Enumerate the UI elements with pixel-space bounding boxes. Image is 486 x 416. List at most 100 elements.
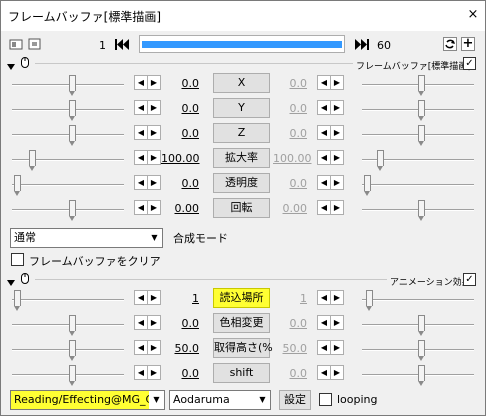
left-spin-buttons[interactable]: ◀ ▶ (134, 100, 161, 115)
right-slider-track[interactable] (362, 184, 474, 186)
parameter-label-button[interactable]: 色相変更 (213, 313, 270, 333)
right-slider-thumb[interactable] (366, 290, 373, 311)
right-slider-thumb[interactable] (418, 315, 425, 336)
decrement-icon[interactable]: ◀ (318, 316, 331, 329)
decrement-icon[interactable]: ◀ (135, 201, 148, 214)
right-spin-buttons[interactable]: ◀ ▶ (317, 315, 344, 330)
end-value[interactable]: 0.0 (273, 102, 308, 115)
parameter-label-button[interactable]: 拡大率 (213, 148, 270, 168)
left-spin-buttons[interactable]: ◀ ▶ (134, 290, 161, 305)
parameter-label-button[interactable]: 回転 (213, 198, 270, 218)
right-slider-thumb[interactable] (377, 150, 384, 171)
right-spin-buttons[interactable]: ◀ ▶ (317, 365, 344, 380)
right-slider-thumb[interactable] (418, 100, 425, 121)
right-spin-buttons[interactable]: ◀ ▶ (317, 100, 344, 115)
parameter-label-button[interactable]: Z (213, 123, 270, 143)
start-value[interactable]: 50.0 (161, 342, 200, 355)
left-spin-buttons[interactable]: ◀ ▶ (134, 365, 161, 380)
parameter-label-button[interactable]: X (213, 73, 270, 93)
increment-icon[interactable]: ▶ (331, 366, 343, 379)
right-slider-thumb[interactable] (418, 365, 425, 386)
right-spin-buttons[interactable]: ◀ ▶ (317, 150, 344, 165)
effect-script-select[interactable]: Reading/Effecting@MG_C ▼ (10, 390, 165, 410)
increment-icon[interactable]: ▶ (331, 176, 343, 189)
increment-icon[interactable]: ▶ (148, 176, 160, 189)
decrement-icon[interactable]: ◀ (135, 176, 148, 189)
increment-icon[interactable]: ▶ (148, 151, 160, 164)
increment-icon[interactable]: ▶ (331, 151, 343, 164)
left-slider-thumb[interactable] (69, 200, 76, 221)
decrement-icon[interactable]: ◀ (318, 101, 331, 114)
next-frame-icon[interactable] (353, 38, 369, 51)
increment-icon[interactable]: ▶ (331, 101, 343, 114)
decrement-icon[interactable]: ◀ (318, 126, 331, 139)
decrement-icon[interactable]: ◀ (135, 101, 148, 114)
clear-framebuffer-checkbox[interactable] (11, 253, 24, 266)
left-slider-thumb[interactable] (29, 150, 36, 171)
section-collapse-icon[interactable] (7, 60, 15, 70)
preset-select[interactable]: Aodaruma ▼ (169, 390, 271, 410)
left-spin-buttons[interactable]: ◀ ▶ (134, 175, 161, 190)
left-slider-thumb[interactable] (69, 100, 76, 121)
left-spin-buttons[interactable]: ◀ ▶ (134, 75, 161, 90)
close-button[interactable]: × (465, 7, 481, 23)
increment-icon[interactable]: ▶ (331, 76, 343, 89)
left-slider-thumb[interactable] (69, 365, 76, 386)
start-value[interactable]: 0.0 (161, 77, 200, 90)
start-value[interactable]: 100.00 (161, 152, 200, 165)
increment-icon[interactable]: ▶ (148, 291, 160, 304)
left-spin-buttons[interactable]: ◀ ▶ (134, 150, 161, 165)
right-slider-thumb[interactable] (418, 340, 425, 361)
decrement-icon[interactable]: ◀ (318, 291, 331, 304)
left-slider-track[interactable] (12, 374, 124, 376)
decrement-icon[interactable]: ◀ (318, 341, 331, 354)
left-spin-buttons[interactable]: ◀ ▶ (134, 200, 161, 215)
start-value[interactable]: 0.0 (161, 367, 200, 380)
end-value[interactable]: 1 (273, 292, 307, 305)
start-value[interactable]: 0.0 (161, 102, 200, 115)
right-slider-thumb[interactable] (418, 200, 425, 221)
end-value[interactable]: 0.0 (273, 177, 308, 190)
decrement-icon[interactable]: ◀ (135, 316, 148, 329)
camera-icon[interactable] (9, 38, 23, 50)
right-spin-buttons[interactable]: ◀ ▶ (317, 125, 344, 140)
decrement-icon[interactable]: ◀ (318, 176, 331, 189)
increment-icon[interactable]: ▶ (148, 316, 160, 329)
decrement-icon[interactable]: ◀ (318, 201, 331, 214)
increment-icon[interactable]: ▶ (148, 101, 160, 114)
left-slider-thumb[interactable] (69, 125, 76, 146)
increment-icon[interactable]: ▶ (148, 201, 160, 214)
left-slider-track[interactable] (12, 324, 124, 326)
parameter-label-button[interactable]: 読込場所 (213, 288, 270, 308)
end-value[interactable]: 0.0 (273, 317, 308, 330)
right-slider-thumb[interactable] (364, 175, 371, 196)
left-slider-thumb[interactable] (69, 315, 76, 336)
blend-mode-select[interactable]: 通常 ▼ (10, 228, 163, 248)
settings-button[interactable]: 設定 (279, 390, 311, 410)
end-value[interactable]: 0.0 (273, 127, 308, 140)
prev-frame-icon[interactable] (115, 38, 131, 51)
start-value[interactable]: 0.00 (161, 202, 200, 215)
parameter-label-button[interactable]: shift (213, 363, 270, 383)
decrement-icon[interactable]: ◀ (318, 366, 331, 379)
left-spin-buttons[interactable]: ◀ ▶ (134, 125, 161, 140)
decrement-icon[interactable]: ◀ (135, 341, 148, 354)
left-slider-track[interactable] (12, 184, 124, 186)
increment-icon[interactable]: ▶ (331, 201, 343, 214)
increment-icon[interactable]: ▶ (148, 126, 160, 139)
left-slider-track[interactable] (12, 84, 124, 86)
left-spin-buttons[interactable]: ◀ ▶ (134, 315, 161, 330)
right-spin-buttons[interactable]: ◀ ▶ (317, 290, 344, 305)
left-slider-thumb[interactable] (69, 340, 76, 361)
left-slider-track[interactable] (12, 299, 124, 301)
start-value[interactable]: 1 (161, 292, 199, 305)
decrement-icon[interactable]: ◀ (135, 126, 148, 139)
parameter-label-button[interactable]: 透明度 (213, 173, 270, 193)
end-value[interactable]: 100.00 (273, 152, 312, 165)
right-slider-thumb[interactable] (418, 125, 425, 146)
parameter-label-button[interactable]: Y (213, 98, 270, 118)
section2-enable-checkbox[interactable]: ✓ (463, 273, 476, 286)
right-spin-buttons[interactable]: ◀ ▶ (317, 340, 344, 355)
left-slider-track[interactable] (12, 209, 124, 211)
right-spin-buttons[interactable]: ◀ ▶ (317, 175, 344, 190)
